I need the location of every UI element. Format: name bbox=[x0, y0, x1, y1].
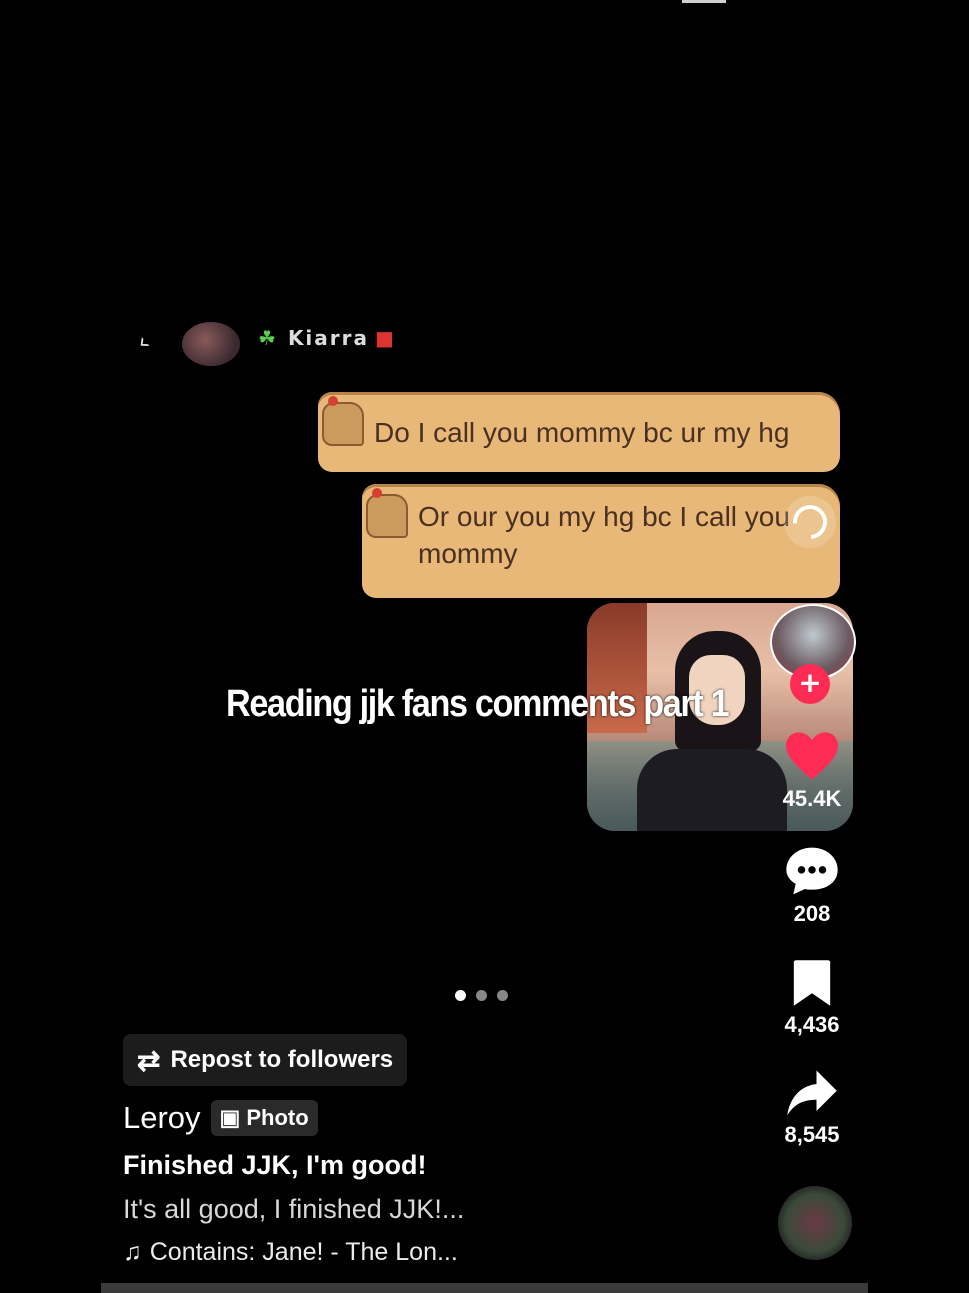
chat-bubble: Or our you my hg bc I call you mommy bbox=[362, 484, 840, 598]
reply-icon[interactable] bbox=[784, 496, 836, 548]
post-author-row: Leroy ▣ Photo bbox=[123, 1100, 318, 1136]
share-button[interactable]: 8,545 bbox=[767, 1068, 857, 1148]
progress-bar bbox=[101, 1283, 868, 1293]
repost-button[interactable]: ⇄ Repost to followers bbox=[123, 1034, 408, 1086]
share-icon bbox=[787, 1070, 837, 1116]
back-arrow-icon: ‹ bbox=[129, 328, 157, 358]
comment-button[interactable]: 208 bbox=[767, 845, 857, 927]
chat-avatar bbox=[182, 322, 240, 366]
save-count: 4,436 bbox=[784, 1012, 840, 1037]
bookmark-icon bbox=[793, 960, 831, 1006]
like-count: 45.4K bbox=[782, 786, 842, 811]
status-indicator bbox=[682, 0, 726, 3]
carousel-dot bbox=[455, 990, 466, 1001]
comment-count: 208 bbox=[793, 901, 831, 926]
repost-icon: ⇄ bbox=[137, 1044, 161, 1076]
post-description[interactable]: It's all good, I finished JJK!... bbox=[123, 1194, 464, 1225]
carousel-dot bbox=[497, 990, 508, 1001]
photo-badge-label: Photo bbox=[246, 1105, 309, 1130]
photo-badge: ▣ Photo bbox=[210, 1100, 318, 1136]
chat-header: ‹ ☘ Kiarra ■ bbox=[129, 322, 430, 366]
save-button[interactable]: 4,436 bbox=[767, 958, 857, 1038]
repost-label: Repost to followers bbox=[170, 1046, 394, 1073]
chat-bubble: Do I call you mommy bc ur my hg bbox=[318, 392, 840, 472]
chat-contact-name: ☘ Kiarra ■ bbox=[258, 326, 396, 350]
comment-icon bbox=[786, 847, 838, 895]
follow-button[interactable]: + bbox=[790, 664, 830, 704]
video-overlay-title: Reading jjk fans comments part 1 bbox=[226, 683, 730, 725]
author-name[interactable]: Leroy bbox=[123, 1100, 201, 1136]
carousel-indicator bbox=[455, 990, 508, 1001]
music-disc[interactable] bbox=[778, 1186, 852, 1260]
photo-icon: ▣ bbox=[219, 1105, 241, 1130]
music-note-icon: ♫ bbox=[123, 1238, 142, 1266]
chat-message-text: Do I call you mommy bc ur my hg bbox=[374, 416, 790, 448]
share-count: 8,545 bbox=[784, 1122, 840, 1147]
capybara-sticker-icon bbox=[322, 396, 364, 446]
capybara-sticker-icon bbox=[366, 488, 408, 538]
carousel-dot bbox=[476, 990, 487, 1001]
music-title: Contains: Jane! - The Lon... bbox=[149, 1238, 458, 1266]
like-button[interactable]: 45.4K bbox=[767, 730, 857, 812]
post-title: Finished JJK, I'm good! bbox=[123, 1150, 427, 1180]
heart-icon bbox=[786, 732, 838, 780]
chat-message-text: Or our you my hg bc I call you mommy bbox=[418, 501, 790, 569]
music-row[interactable]: ♫ Contains: Jane! - The Lon... bbox=[123, 1238, 458, 1267]
